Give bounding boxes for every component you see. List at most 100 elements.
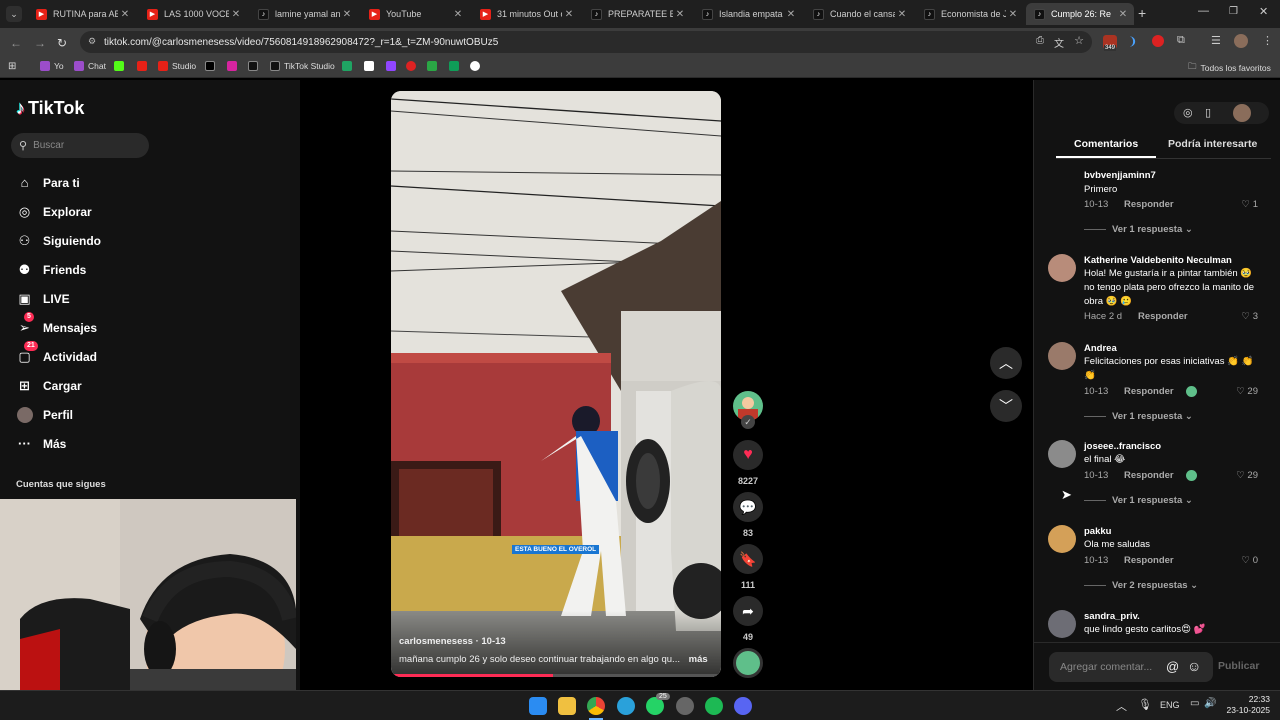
close-tab-icon[interactable]: ✕ xyxy=(784,9,798,20)
comment-username[interactable]: pakku xyxy=(1084,526,1111,537)
comment-like[interactable]: ♡ 29 xyxy=(1236,470,1258,481)
comment-username[interactable]: sandra_priv. xyxy=(1084,611,1140,622)
avatar[interactable] xyxy=(1048,342,1076,370)
menu-perfil[interactable]: Perfil xyxy=(16,406,73,423)
next-video-button[interactable]: ﹀ xyxy=(990,390,1022,422)
bookmark-star-icon[interactable]: ☆ xyxy=(1074,34,1084,47)
apps-grid-icon[interactable]: ⊞ xyxy=(8,61,16,72)
menu-mensajes[interactable]: ➢ 5 Mensajes xyxy=(16,312,97,336)
chrome-icon[interactable] xyxy=(587,697,605,715)
menu-friends[interactable]: ⚉ Friends xyxy=(16,261,87,278)
tiktok-bookmark-icon[interactable] xyxy=(248,61,262,71)
kick-bookmark-icon[interactable] xyxy=(114,61,128,71)
bookmark-icon[interactable] xyxy=(406,61,420,71)
profile-avatar[interactable] xyxy=(1234,34,1248,48)
youtube-bookmark-icon[interactable] xyxy=(137,61,151,71)
volume-icon[interactable]: 🔊 xyxy=(1204,698,1216,709)
music-disc[interactable] xyxy=(733,648,763,678)
avatar[interactable] xyxy=(1048,610,1076,638)
publish-button[interactable]: Publicar xyxy=(1218,660,1259,672)
reply-button[interactable]: Responder xyxy=(1138,311,1188,322)
device-icon[interactable]: ▯ xyxy=(1205,106,1211,119)
avatar[interactable] xyxy=(1048,525,1076,553)
back-icon[interactable]: ← xyxy=(10,36,22,50)
telegram-icon[interactable] xyxy=(617,697,635,715)
reply-button[interactable]: Responder xyxy=(1124,555,1174,566)
reload-icon[interactable]: ↻ xyxy=(57,36,67,50)
browser-tab[interactable]: ♪ lamine yamal ant ✕ xyxy=(250,3,358,25)
comment-username[interactable]: Katherine Valdebenito Neculman xyxy=(1084,255,1232,266)
settings-icon[interactable] xyxy=(676,697,694,715)
browser-menu-icon[interactable]: ⋮ xyxy=(1262,34,1273,47)
x-bookmark-icon[interactable] xyxy=(205,61,219,71)
new-tab-icon[interactable]: + xyxy=(1138,5,1146,21)
close-tab-icon[interactable]: ✕ xyxy=(229,9,243,20)
file-explorer-icon[interactable] xyxy=(558,697,576,715)
instagram-bookmark-icon[interactable] xyxy=(227,61,241,71)
site-info-icon[interactable]: ⚙ xyxy=(88,36,96,47)
save-button[interactable]: 🔖 xyxy=(733,544,763,574)
browser-tab[interactable]: ♪PREPARATEE BAY✕ xyxy=(583,3,691,25)
comment-like[interactable]: ♡ 3 xyxy=(1242,311,1258,322)
comment-username[interactable]: bvbvenjjaminn7 xyxy=(1084,170,1156,181)
progress-bar[interactable] xyxy=(391,674,721,677)
menu-para-ti[interactable]: ⌂ Para ti xyxy=(16,174,80,191)
close-tab-icon[interactable]: ✕ xyxy=(895,9,909,20)
tab-comentarios[interactable]: Comentarios xyxy=(1074,138,1138,150)
menu-explorar[interactable]: ◎ Explorar xyxy=(16,203,92,220)
tiktok-logo[interactable]: ♪ TikTok xyxy=(16,98,84,119)
windows-start-icon[interactable] xyxy=(529,697,547,715)
forward-icon[interactable]: → xyxy=(34,36,46,50)
close-tab-icon[interactable]: ✕ xyxy=(1006,9,1020,20)
browser-tab[interactable]: ♪ Islandia empata 2 ✕ xyxy=(694,3,802,25)
browser-tab[interactable]: ▶ 31 minutos Out o ✕ xyxy=(472,3,580,25)
comment-username[interactable]: joseee..francisco xyxy=(1084,441,1161,452)
bookmark-icon[interactable] xyxy=(470,61,484,71)
close-tab-icon[interactable]: ✕ xyxy=(562,9,576,20)
reply-button[interactable]: Responder xyxy=(1124,470,1174,481)
sheets-bookmark-icon[interactable] xyxy=(449,61,463,71)
browser-tab[interactable]: ▶LAS 1000 VOCES✕ xyxy=(139,3,247,25)
search-box[interactable]: ⚲ Buscar xyxy=(11,133,149,158)
share-button[interactable]: ➦ xyxy=(733,596,763,626)
menu-mas[interactable]: ··· Más xyxy=(16,435,66,452)
install-icon[interactable]: ⎙ xyxy=(1036,35,1044,46)
close-tab-icon[interactable]: ✕ xyxy=(340,9,354,20)
like-button[interactable]: ♥ xyxy=(733,440,763,470)
comment-username[interactable]: Andrea xyxy=(1084,343,1117,354)
drive-bookmark-icon[interactable] xyxy=(342,61,356,71)
clock[interactable]: 22:33 23-10-2025 xyxy=(1222,694,1270,716)
view-replies[interactable]: Ver 1 respuesta ⌄ xyxy=(1084,224,1193,235)
compass-icon[interactable]: ◎ xyxy=(1183,106,1193,119)
close-tab-icon[interactable]: ✕ xyxy=(118,9,132,20)
emoji-icon[interactable]: ☺ xyxy=(1187,658,1201,674)
mention-icon[interactable]: @ xyxy=(1166,659,1179,674)
menu-cargar[interactable]: ⊞ Cargar xyxy=(16,377,82,394)
comment-like[interactable]: ♡ 1 xyxy=(1242,199,1258,210)
view-replies[interactable]: Ver 1 respuesta ⌄ xyxy=(1084,495,1193,506)
close-window-icon[interactable]: ✕ xyxy=(1259,5,1268,18)
bookmark-icon[interactable] xyxy=(364,61,378,71)
previous-video-button[interactable]: ︿ xyxy=(990,347,1022,379)
comment-like[interactable]: ♡ 29 xyxy=(1236,386,1258,397)
browser-tab[interactable]: ♪Cuando el cansan✕ xyxy=(805,3,913,25)
caption-more-link[interactable]: más xyxy=(689,654,708,665)
bookmark-item[interactable]: Studio xyxy=(158,61,196,71)
comment-button[interactable]: 💬 xyxy=(733,492,763,522)
wave-extension-icon[interactable]: ❩ xyxy=(1128,35,1137,48)
all-bookmarks[interactable]: 🗀 Todos los favoritos xyxy=(1188,61,1271,75)
follow-plus-icon[interactable]: ✓ xyxy=(741,415,755,429)
browser-tab[interactable]: ♪ Economista de Ja ✕ xyxy=(916,3,1024,25)
close-tab-icon[interactable]: ✕ xyxy=(451,9,465,20)
tab-search-button[interactable]: ⌄ xyxy=(6,6,22,22)
translate-icon[interactable]: 文 xyxy=(1054,35,1064,50)
bookmark-icon[interactable] xyxy=(427,61,441,71)
address-bar[interactable]: ⚙ tiktok.com/@carlosmenesess/video/75608… xyxy=(80,31,1092,53)
view-replies[interactable]: Ver 1 respuesta ⌄ xyxy=(1084,411,1193,422)
bookmark-item[interactable]: Yo xyxy=(40,61,64,71)
microphone-icon[interactable]: 🎙 xyxy=(1138,698,1152,711)
view-replies[interactable]: Ver 2 respuestas ⌄ xyxy=(1084,580,1198,591)
puzzle-extensions-icon[interactable]: ⧉ xyxy=(1177,34,1185,47)
bookmark-icon[interactable] xyxy=(386,61,400,71)
close-tab-icon[interactable]: ✕ xyxy=(1116,9,1130,20)
